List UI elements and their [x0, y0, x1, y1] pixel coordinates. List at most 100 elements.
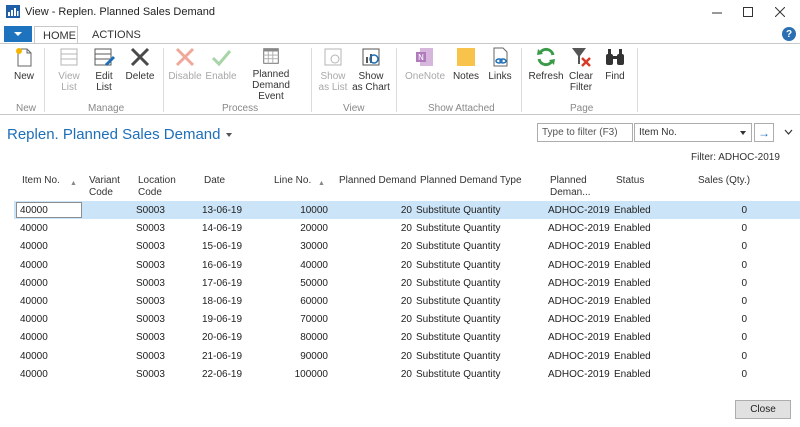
delete-button[interactable]: Delete: [124, 46, 156, 102]
cell-planned-demand: 20: [400, 277, 412, 289]
group-divider: [311, 48, 312, 112]
notes-button[interactable]: Notes: [451, 46, 481, 102]
table-row[interactable]: 40000 S0003 20-06-19 80000 20 Substitute Quan…: [14, 328, 800, 346]
cell-sales-qty: 0: [741, 332, 747, 344]
cell-planned-demand-type: Substitute Quantity: [416, 223, 501, 235]
enable-button[interactable]: Enable: [205, 46, 237, 102]
table-row[interactable]: 40000 S0003 21-06-19 90000 20 Substitute Quan…: [14, 347, 800, 365]
table-row[interactable]: 40000 S0003 22-06-19 100000 20 Substitute Qua…: [14, 365, 800, 383]
column-location-code[interactable]: Location Code: [138, 175, 182, 199]
close-icon: [774, 6, 786, 18]
column-variant-code[interactable]: Variant Code: [89, 175, 125, 199]
onenote-icon: N: [416, 48, 433, 66]
filter-field-select[interactable]: Item No.: [634, 123, 752, 142]
group-label-process: Process: [222, 103, 259, 114]
help-icon[interactable]: ?: [782, 27, 796, 41]
cell-planned-demand-type: Substitute Quantity: [416, 350, 501, 362]
cell-date: 15-06-19: [202, 241, 243, 253]
cell-planned-demand-event: ADHOC-2019: [548, 296, 610, 307]
planned-demand-event-button[interactable]: Planned Demand Event: [238, 46, 304, 102]
column-status[interactable]: Status: [616, 175, 644, 187]
refresh-button[interactable]: Refresh: [528, 46, 564, 102]
close-button[interactable]: Close: [735, 400, 791, 419]
links-button[interactable]: Links: [487, 46, 513, 102]
enable-icon: [211, 50, 232, 67]
table-row[interactable]: 40000 S0003 15-06-19 30000 20 Substitute Quan…: [14, 237, 800, 255]
cell-sales-qty: 0: [741, 223, 747, 235]
tab-actions[interactable]: ACTIONS: [84, 26, 149, 44]
table-row[interactable]: 40000 S0003 18-06-19 60000 20 Substitute Quan…: [14, 292, 800, 310]
cell-planned-demand-event: ADHOC-2019: [548, 241, 610, 253]
cell-planned-demand-event: ADHOC-2019: [548, 205, 610, 216]
onenote-button[interactable]: N OneNote: [404, 46, 446, 102]
cell-planned-demand: 20: [400, 350, 412, 362]
show-as-list-button[interactable]: Show as List: [318, 46, 348, 102]
filter-input[interactable]: Type to filter (F3): [537, 123, 633, 142]
column-planned-demand[interactable]: Planned Demand: [339, 175, 416, 187]
new-button[interactable]: New: [11, 46, 37, 102]
page-title[interactable]: Replen. Planned Sales Demand: [7, 126, 233, 143]
cell-date: 13-06-19: [202, 205, 243, 216]
cell-planned-demand-type: Substitute Quantity: [416, 277, 501, 289]
group-label-manage: Manage: [88, 103, 125, 114]
apply-filter-button[interactable]: →: [754, 123, 774, 142]
group-label-new: New: [16, 103, 37, 114]
cell-planned-demand-type: Substitute Quantity: [416, 205, 501, 216]
table-row[interactable]: 40000 S0003 17-06-19 50000 20 Substitute Quan…: [14, 274, 800, 292]
cell-line-no: 90000: [300, 350, 328, 362]
cell-status: Enabled: [614, 205, 651, 216]
cell-date: 18-06-19: [202, 296, 243, 307]
cell-planned-demand: 20: [400, 241, 412, 253]
group-label-show-attached: Show Attached: [428, 103, 495, 114]
column-line-no[interactable]: Line No.: [274, 175, 311, 187]
close-window-button[interactable]: [774, 6, 786, 20]
disable-button[interactable]: Disable: [168, 46, 202, 102]
collapse-filter-button[interactable]: [784, 126, 793, 138]
cell-planned-demand: 20: [400, 259, 412, 271]
column-item-no[interactable]: Item No.: [22, 175, 60, 187]
cell-status: Enabled: [614, 332, 651, 344]
file-menu-button[interactable]: [4, 26, 32, 42]
cell-date: 17-06-19: [202, 277, 243, 289]
cell-line-no: 80000: [300, 332, 328, 344]
title-bar: View - Replen. Planned Sales Demand: [0, 0, 800, 24]
column-sales-qty[interactable]: Sales (Qty.): [698, 175, 750, 187]
window-controls: [704, 0, 800, 24]
cell-sales-qty: 0: [741, 314, 747, 326]
cell-planned-demand-type: Substitute Quantity: [416, 368, 501, 380]
table-row[interactable]: 40000 S0003 19-06-19 70000 20 Substitute Quan…: [14, 310, 800, 328]
filter-caption: Filter: ADHOC-2019: [691, 152, 780, 163]
edit-list-button[interactable]: Edit List: [91, 46, 117, 102]
cell-location-code: S0003: [136, 277, 165, 289]
group-divider: [44, 48, 45, 112]
find-button[interactable]: Find: [602, 46, 628, 102]
cell-planned-demand-type: Substitute Quantity: [416, 314, 501, 326]
show-as-chart-button[interactable]: Show as Chart: [352, 46, 390, 102]
tab-home[interactable]: HOME: [34, 26, 78, 44]
column-date[interactable]: Date: [204, 175, 225, 187]
cell-sales-qty: 0: [741, 259, 747, 271]
cell-sales-qty: 0: [741, 241, 747, 253]
table-row[interactable]: 40000 S0003 16-06-19 40000 20 Substitute Quan…: [14, 256, 800, 274]
view-list-button[interactable]: View List: [55, 46, 83, 102]
table-row[interactable]: 40000 S0003 13-06-19 10000 20 Substitute Quan…: [14, 201, 800, 219]
cell-date: 20-06-19: [202, 332, 243, 344]
minimize-button[interactable]: [712, 7, 722, 20]
table-row[interactable]: 40000 S0003 14-06-19 20000 20 Substitute Quan…: [14, 219, 800, 237]
maximize-button[interactable]: [743, 7, 753, 20]
cell-planned-demand-event: ADHOC-2019: [548, 314, 610, 326]
cell-item-no: 40000: [20, 259, 48, 271]
chevron-down-icon: [740, 131, 746, 135]
cell-line-no: 70000: [300, 314, 328, 326]
group-label-page: Page: [570, 103, 594, 114]
column-planned-demand-event[interactable]: Planned Deman...: [550, 175, 596, 199]
cell-sales-qty: 0: [741, 368, 747, 380]
links-icon: [493, 47, 508, 67]
group-divider: [521, 48, 522, 112]
cell-planned-demand-event: ADHOC-2019: [548, 259, 610, 271]
column-planned-demand-type[interactable]: Planned Demand Type: [420, 175, 522, 187]
new-icon: [16, 48, 32, 67]
clear-filter-button[interactable]: Clear Filter: [566, 46, 596, 102]
cell-planned-demand-type: Substitute Quantity: [416, 296, 501, 307]
cell-planned-demand-event: ADHOC-2019: [548, 350, 610, 362]
